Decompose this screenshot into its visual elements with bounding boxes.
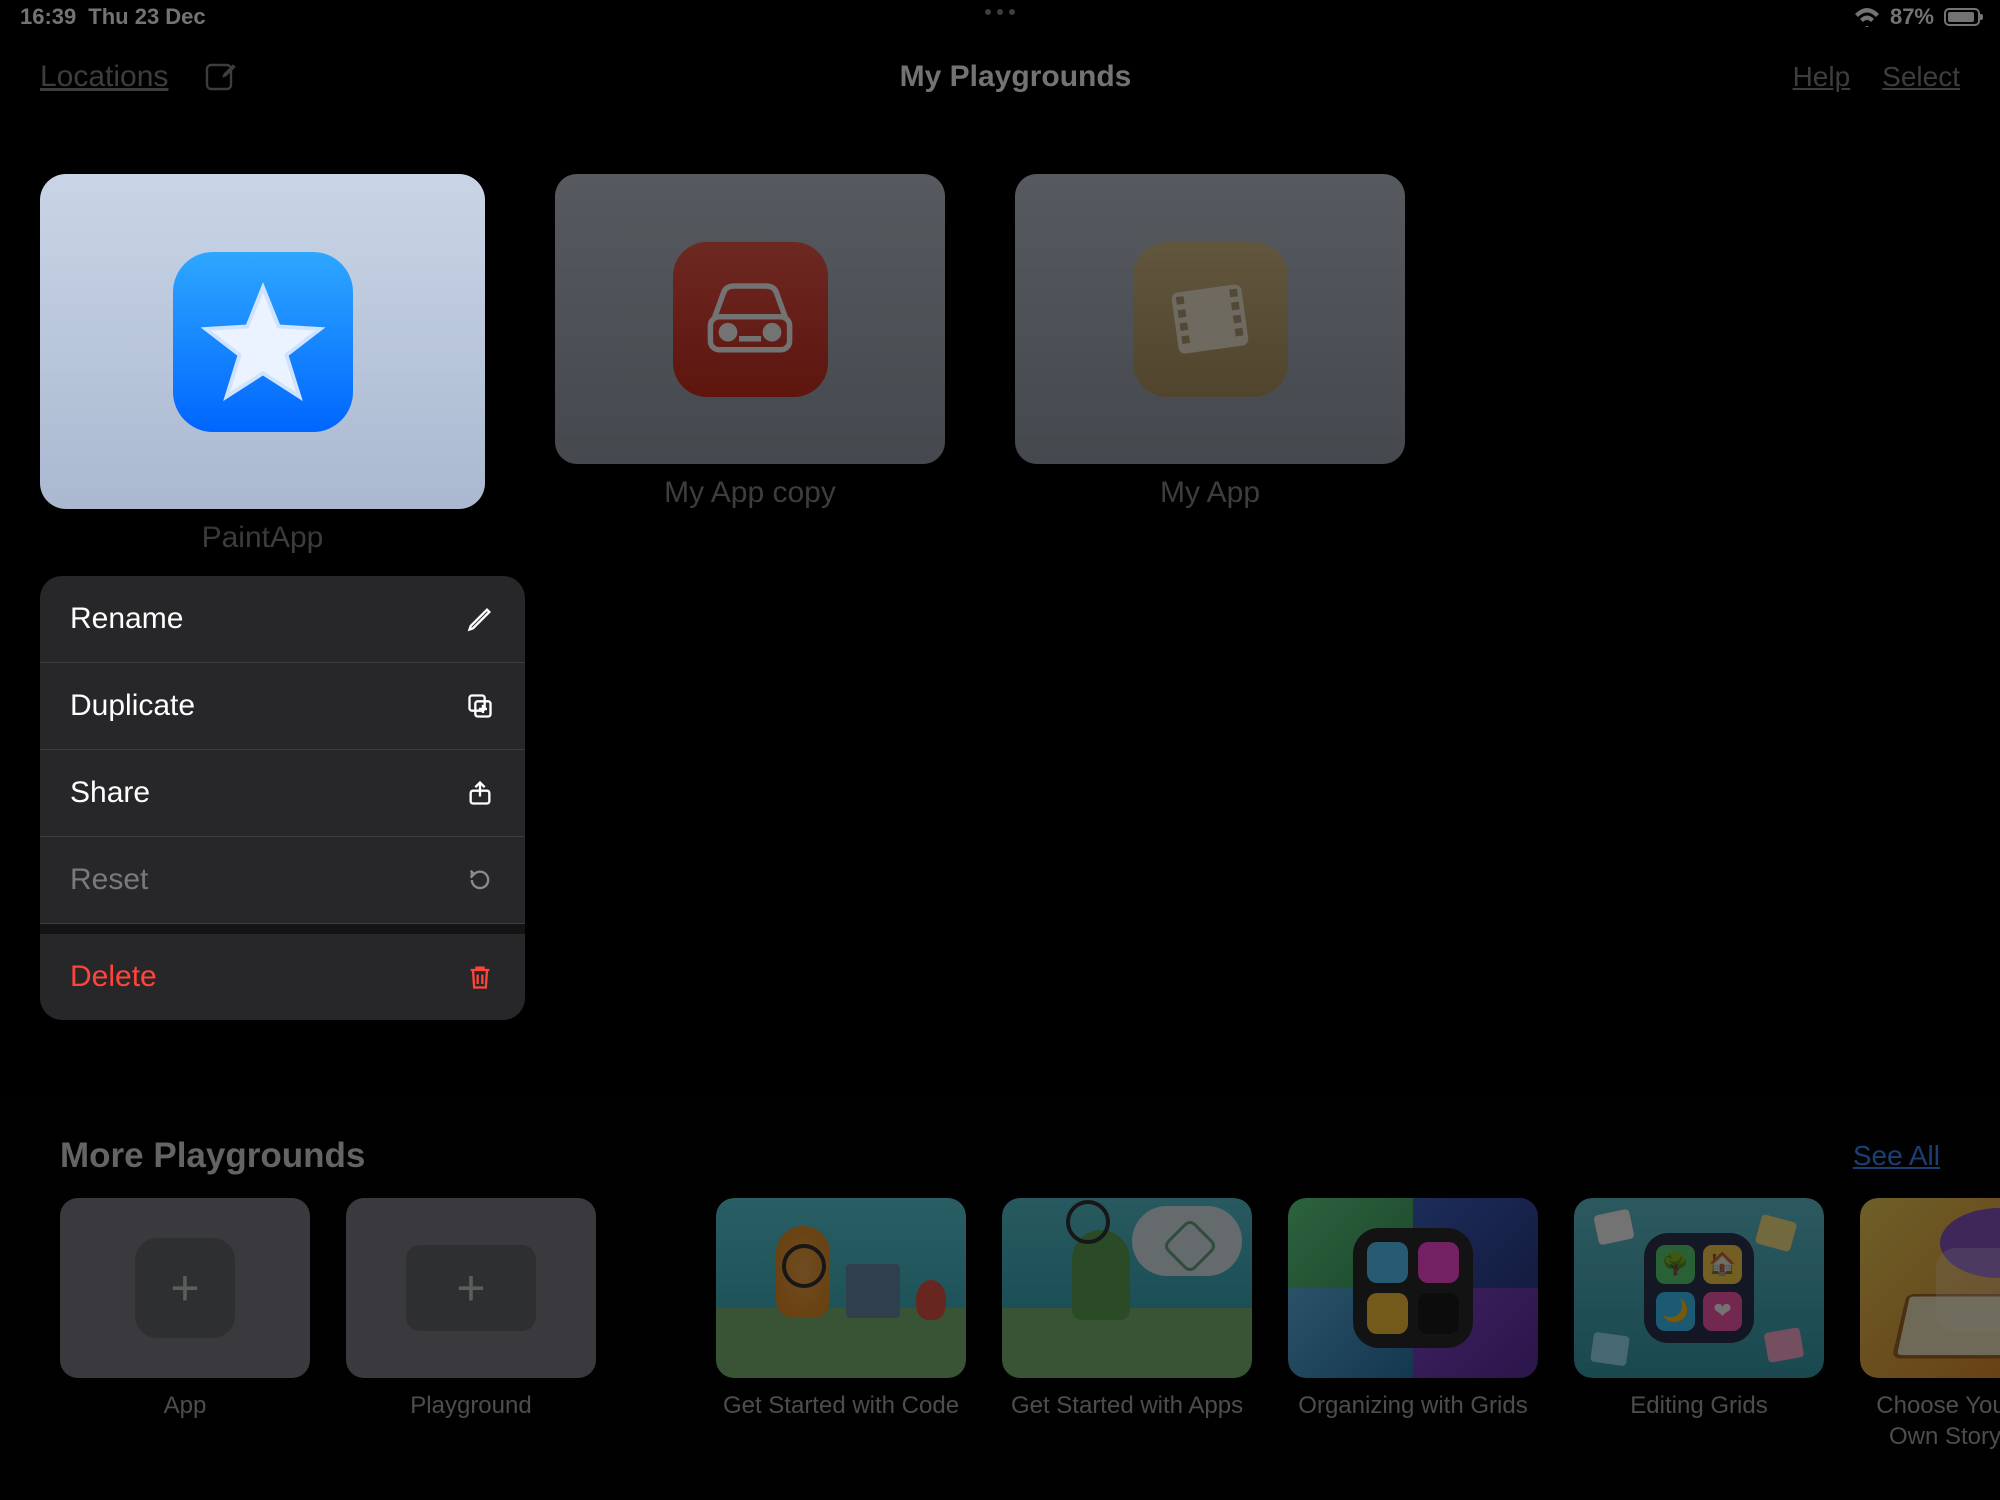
template-name: Editing Grids <box>1630 1390 1767 1452</box>
app-icon-film <box>1133 242 1288 397</box>
template-thumbnail <box>1288 1198 1538 1378</box>
template-card-app[interactable]: + App <box>60 1198 310 1452</box>
playground-name: My App copy <box>664 476 836 510</box>
status-bar: 16:39 Thu 23 Dec 87% <box>0 0 2000 30</box>
menu-item-label: Share <box>70 776 150 810</box>
playground-thumbnail[interactable] <box>40 174 485 509</box>
menu-item-label: Delete <box>70 960 157 994</box>
menu-item-reset: Reset <box>40 837 525 924</box>
template-name: Get Started with Apps <box>1011 1390 1243 1452</box>
playground-card[interactable]: PaintApp <box>40 174 485 555</box>
select-button[interactable]: Select <box>1882 61 1960 93</box>
page-title: My Playgrounds <box>238 60 1792 94</box>
pencil-icon <box>465 604 495 634</box>
template-thumbnail <box>716 1198 966 1378</box>
template-thumbnail <box>1002 1198 1252 1378</box>
menu-item-label: Reset <box>70 863 148 897</box>
locations-button[interactable]: Locations <box>40 60 168 94</box>
playground-thumbnail[interactable] <box>1015 174 1405 464</box>
template-thumbnail: + <box>346 1198 596 1378</box>
playground-name: PaintApp <box>202 521 324 555</box>
nav-bar: Locations My Playgrounds Help Select <box>0 30 2000 114</box>
template-card-playground[interactable]: + Playground <box>346 1198 596 1452</box>
template-card[interactable]: Get Started with Code <box>716 1198 966 1452</box>
menu-item-share[interactable]: Share <box>40 750 525 837</box>
playground-name: My App <box>1160 476 1260 510</box>
duplicate-icon <box>465 691 495 721</box>
template-card[interactable]: Get Started with Apps <box>1002 1198 1252 1452</box>
template-name: Get Started with Code <box>723 1390 959 1452</box>
more-playgrounds-title: More Playgrounds <box>60 1136 365 1176</box>
see-all-button[interactable]: See All <box>1853 1140 1940 1172</box>
template-thumbnail: + <box>60 1198 310 1378</box>
playground-thumbnail[interactable] <box>555 174 945 464</box>
app-icon-star <box>173 252 353 432</box>
template-name: Playground <box>410 1390 531 1452</box>
more-playgrounds-row[interactable]: + App + Playground Get Started with Code <box>60 1198 2000 1452</box>
menu-item-rename[interactable]: Rename <box>40 576 525 663</box>
menu-item-label: Rename <box>70 602 183 636</box>
more-playgrounds-section: More Playgrounds See All + App + Playgro… <box>0 1098 2000 1500</box>
playgrounds-grid: PaintApp My App copy <box>0 114 2000 555</box>
template-name: Organizing with Grids <box>1298 1390 1527 1452</box>
context-menu: Rename Duplicate Share Reset Delete <box>40 576 525 1020</box>
status-time: 16:39 <box>20 4 76 30</box>
status-date: Thu 23 Dec <box>88 4 205 30</box>
template-thumbnail <box>1860 1198 2000 1378</box>
trash-icon <box>465 962 495 992</box>
reset-icon <box>465 865 495 895</box>
playground-card[interactable]: My App <box>1015 174 1405 555</box>
template-card[interactable]: Choose Your Own Story <box>1860 1198 2000 1452</box>
wifi-icon <box>1854 7 1880 27</box>
template-card[interactable]: 🌳🏠🌙❤ Editing Grids <box>1574 1198 1824 1452</box>
template-thumbnail: 🌳🏠🌙❤ <box>1574 1198 1824 1378</box>
menu-item-delete[interactable]: Delete <box>40 924 525 1020</box>
battery-percent: 87% <box>1890 4 1934 30</box>
template-name: App <box>164 1390 207 1452</box>
playground-card[interactable]: My App copy <box>555 174 945 555</box>
menu-item-label: Duplicate <box>70 689 195 723</box>
battery-icon <box>1944 8 1980 26</box>
new-document-icon[interactable] <box>204 60 238 94</box>
share-icon <box>465 778 495 808</box>
template-card[interactable]: Organizing with Grids <box>1288 1198 1538 1452</box>
app-icon-car <box>673 242 828 397</box>
menu-item-duplicate[interactable]: Duplicate <box>40 663 525 750</box>
plus-icon: + <box>406 1245 536 1331</box>
help-button[interactable]: Help <box>1793 61 1851 93</box>
multitask-dots[interactable] <box>985 9 1015 15</box>
template-name: Choose Your Own Story <box>1860 1390 2000 1452</box>
plus-icon: + <box>135 1238 235 1338</box>
